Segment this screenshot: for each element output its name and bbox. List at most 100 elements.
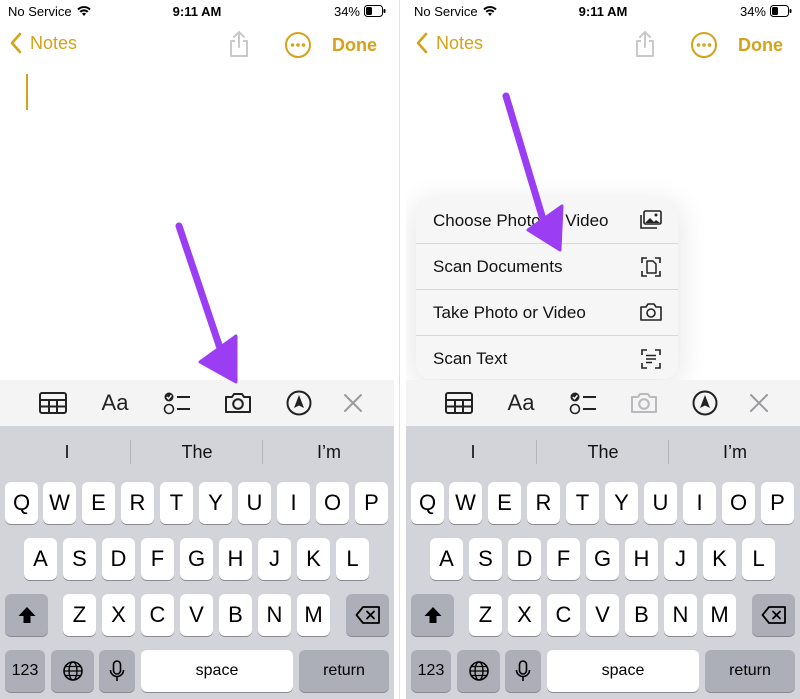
key[interactable]: S bbox=[63, 538, 96, 580]
table-icon[interactable] bbox=[444, 388, 474, 418]
camera-icon[interactable] bbox=[222, 388, 254, 418]
key[interactable]: M bbox=[297, 594, 330, 636]
key[interactable]: P bbox=[355, 482, 388, 524]
share-icon[interactable] bbox=[228, 30, 250, 63]
more-options-icon[interactable] bbox=[284, 31, 312, 64]
key[interactable]: R bbox=[527, 482, 560, 524]
key[interactable]: N bbox=[664, 594, 697, 636]
key[interactable]: H bbox=[625, 538, 658, 580]
key[interactable]: F bbox=[547, 538, 580, 580]
key[interactable]: E bbox=[488, 482, 521, 524]
key[interactable]: W bbox=[449, 482, 482, 524]
key[interactable]: Q bbox=[5, 482, 38, 524]
share-icon[interactable] bbox=[634, 30, 656, 63]
return-key[interactable]: return bbox=[705, 650, 795, 692]
back-button[interactable]: Notes bbox=[8, 32, 77, 54]
key[interactable]: J bbox=[664, 538, 697, 580]
suggestion-item[interactable]: I’m bbox=[264, 442, 394, 463]
key[interactable]: E bbox=[82, 482, 115, 524]
note-editor[interactable] bbox=[0, 64, 394, 380]
checklist-icon[interactable] bbox=[568, 388, 598, 418]
suggestion-item[interactable]: I bbox=[408, 442, 538, 463]
key[interactable]: I bbox=[683, 482, 716, 524]
shift-key[interactable] bbox=[411, 594, 454, 636]
key[interactable]: V bbox=[180, 594, 213, 636]
menu-item-take-photo[interactable]: Take Photo or Video bbox=[416, 290, 678, 336]
key[interactable]: Z bbox=[469, 594, 502, 636]
key[interactable]: K bbox=[297, 538, 330, 580]
key[interactable]: B bbox=[625, 594, 658, 636]
delete-key[interactable] bbox=[346, 594, 389, 636]
notes-screen-left: No Service 9:11 AM 34% Notes Done Aa I T… bbox=[0, 0, 394, 699]
text-format-button[interactable]: Aa bbox=[100, 388, 130, 418]
key[interactable]: V bbox=[586, 594, 619, 636]
done-button[interactable]: Done bbox=[738, 35, 783, 56]
markup-pen-icon[interactable] bbox=[284, 388, 314, 418]
key[interactable]: H bbox=[219, 538, 252, 580]
key[interactable]: K bbox=[703, 538, 736, 580]
key[interactable]: L bbox=[336, 538, 369, 580]
globe-key[interactable] bbox=[51, 650, 94, 692]
close-icon[interactable] bbox=[342, 388, 364, 418]
key[interactable]: T bbox=[566, 482, 599, 524]
key[interactable]: O bbox=[316, 482, 349, 524]
suggestion-item[interactable]: The bbox=[538, 442, 668, 463]
shift-icon bbox=[18, 607, 35, 623]
key[interactable]: P bbox=[761, 482, 794, 524]
space-key[interactable]: space bbox=[141, 650, 293, 692]
key[interactable]: S bbox=[469, 538, 502, 580]
key[interactable]: Y bbox=[605, 482, 638, 524]
numbers-key[interactable]: 123 bbox=[5, 650, 45, 692]
key[interactable]: G bbox=[586, 538, 619, 580]
done-button[interactable]: Done bbox=[332, 35, 377, 56]
key[interactable]: C bbox=[547, 594, 580, 636]
menu-item-choose-photo[interactable]: Choose Photo or Video bbox=[416, 198, 678, 244]
key[interactable]: Z bbox=[63, 594, 96, 636]
back-button[interactable]: Notes bbox=[414, 32, 483, 54]
key[interactable]: N bbox=[258, 594, 291, 636]
space-key[interactable]: space bbox=[547, 650, 699, 692]
key[interactable]: W bbox=[43, 482, 76, 524]
key[interactable]: J bbox=[258, 538, 291, 580]
more-options-icon[interactable] bbox=[690, 31, 718, 64]
globe-key[interactable] bbox=[457, 650, 500, 692]
key[interactable]: Q bbox=[411, 482, 444, 524]
menu-item-scan-text[interactable]: Scan Text bbox=[416, 336, 678, 379]
dictation-key[interactable] bbox=[505, 650, 541, 692]
checklist-icon[interactable] bbox=[162, 388, 192, 418]
suggestion-item[interactable]: The bbox=[132, 442, 262, 463]
delete-key[interactable] bbox=[752, 594, 795, 636]
key[interactable]: B bbox=[219, 594, 252, 636]
key[interactable]: A bbox=[430, 538, 463, 580]
key[interactable]: T bbox=[160, 482, 193, 524]
key[interactable]: O bbox=[722, 482, 755, 524]
microphone-icon bbox=[515, 660, 531, 681]
key[interactable]: L bbox=[742, 538, 775, 580]
dictation-key[interactable] bbox=[99, 650, 135, 692]
key[interactable]: G bbox=[180, 538, 213, 580]
return-key[interactable]: return bbox=[299, 650, 389, 692]
suggestion-item[interactable]: I bbox=[2, 442, 132, 463]
suggestion-item[interactable]: I’m bbox=[670, 442, 800, 463]
key[interactable]: X bbox=[102, 594, 135, 636]
key[interactable]: D bbox=[508, 538, 541, 580]
key[interactable]: R bbox=[121, 482, 154, 524]
shift-key[interactable] bbox=[5, 594, 48, 636]
key[interactable]: A bbox=[24, 538, 57, 580]
camera-icon[interactable] bbox=[628, 388, 660, 418]
key[interactable]: I bbox=[277, 482, 310, 524]
numbers-key[interactable]: 123 bbox=[411, 650, 451, 692]
key[interactable]: U bbox=[238, 482, 271, 524]
key[interactable]: C bbox=[141, 594, 174, 636]
markup-pen-icon[interactable] bbox=[690, 388, 720, 418]
key[interactable]: X bbox=[508, 594, 541, 636]
text-format-button[interactable]: Aa bbox=[506, 388, 536, 418]
key[interactable]: D bbox=[102, 538, 135, 580]
key[interactable]: F bbox=[141, 538, 174, 580]
key[interactable]: M bbox=[703, 594, 736, 636]
menu-item-scan-documents[interactable]: Scan Documents bbox=[416, 244, 678, 290]
close-icon[interactable] bbox=[748, 388, 770, 418]
key[interactable]: U bbox=[644, 482, 677, 524]
key[interactable]: Y bbox=[199, 482, 232, 524]
table-icon[interactable] bbox=[38, 388, 68, 418]
